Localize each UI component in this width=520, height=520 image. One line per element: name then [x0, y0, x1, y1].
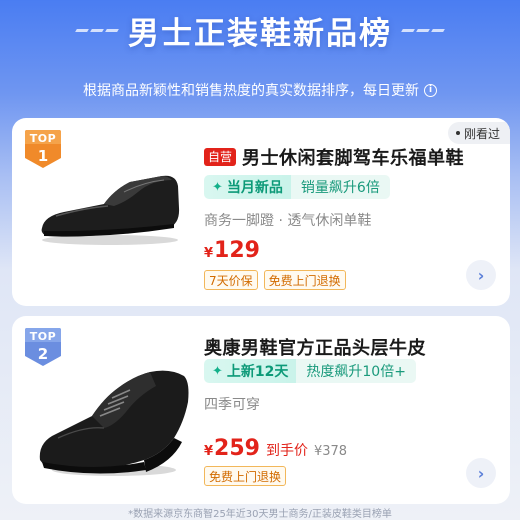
rank-number: 1	[37, 147, 49, 165]
price-symbol: ¥	[204, 246, 214, 261]
price-symbol: ¥	[204, 444, 214, 459]
new-product-tag: ✦ 上新12天	[204, 359, 297, 383]
free-return-tag: 免费上门退换	[263, 270, 346, 290]
price-row: ¥ 259 到手价 ¥378	[204, 436, 347, 461]
rank-tag-row: ✦ 上新12天 热度飙升10倍+	[204, 358, 416, 384]
promo-tags: 免费上门退换	[204, 466, 287, 486]
product-title-row[interactable]: 自营 男士休闲套脚驾车乐福单鞋	[204, 144, 464, 170]
title-row: 男士正装鞋新品榜	[0, 8, 520, 53]
chevron-right-icon: ›	[477, 463, 485, 483]
recently-viewed-label: 刚看过	[463, 126, 500, 141]
rank-tag-row: ✦ 当月新品 销量飙升6倍	[204, 174, 390, 200]
price-value: 129	[214, 238, 260, 263]
info-icon[interactable]: i	[424, 83, 437, 97]
data-source-note: *数据来源京东商智25年近30天男士商务/正装皮鞋类目榜单	[128, 509, 392, 520]
page-title: 男士正装鞋新品榜	[128, 16, 392, 52]
price-row: ¥ 129	[204, 238, 260, 263]
title-decoration-right	[401, 29, 445, 32]
new-product-tag: ✦ 当月新品	[204, 175, 291, 199]
promo-tags: 7天价保 免费上门退换	[204, 270, 346, 290]
product-feature: 四季可穿	[204, 397, 260, 413]
sparkle-icon: ✦	[212, 363, 223, 379]
heat-tag: 热度飙升10倍+	[296, 359, 416, 383]
price-value: 259	[214, 436, 260, 461]
heat-label: 热度飙升10倍+	[306, 364, 406, 380]
product-title-row[interactable]: 奥康男鞋官方正品头层牛皮	[204, 334, 426, 360]
new-product-label: 当月新品	[226, 180, 283, 196]
heat-label: 销量飙升6倍	[300, 180, 380, 196]
product-name[interactable]: 奥康男鞋官方正品头层牛皮	[204, 334, 426, 360]
product-detail-button[interactable]: ›	[466, 260, 496, 290]
product-detail-button[interactable]: ›	[466, 458, 496, 488]
dot-icon	[455, 131, 460, 135]
chevron-right-icon: ›	[477, 265, 485, 285]
product-card-2[interactable]: TOP 2 奥康男鞋官方正品头层牛皮 ✦ 上新12天 热度飙升10倍+ 四季可穿…	[12, 316, 510, 504]
recently-viewed-tag: 刚看过	[447, 122, 510, 144]
rank-badge: TOP 1	[24, 128, 62, 170]
heat-tag: 销量飙升6倍	[290, 175, 390, 199]
subtitle-row[interactable]: 根据商品新颖性和销售热度的真实数据排序，每日更新 i	[0, 80, 520, 100]
rank-label: TOP	[29, 132, 57, 145]
free-return-tag: 免费上门退换	[204, 466, 287, 486]
page-header: 男士正装鞋新品榜 根据商品新颖性和销售热度的真实数据排序，每日更新 i	[0, 0, 520, 110]
product-card-1[interactable]: TOP 1 刚看过 自营 男士休闲套脚驾车乐福单鞋 ✦ 当月新品 销量飙升6倍 …	[12, 118, 510, 306]
page-subtitle: 根据商品新颖性和销售热度的真实数据排序，每日更新	[83, 83, 419, 99]
original-price: ¥378	[313, 444, 348, 459]
oxford-shoe-image	[39, 370, 189, 476]
final-price-label: 到手价	[265, 443, 308, 459]
product-name[interactable]: 男士休闲套脚驾车乐福单鞋	[242, 144, 464, 170]
price-protect-tag: 7天价保	[204, 270, 258, 290]
self-operated-tag: 自营	[204, 148, 237, 166]
title-decoration-left	[75, 29, 119, 32]
product-feature: 商务一脚蹬 · 透气休闲单鞋	[204, 213, 372, 229]
sparkle-icon: ✦	[212, 179, 223, 195]
loafer-shoe-image	[41, 175, 180, 245]
new-product-label: 上新12天	[226, 364, 289, 380]
